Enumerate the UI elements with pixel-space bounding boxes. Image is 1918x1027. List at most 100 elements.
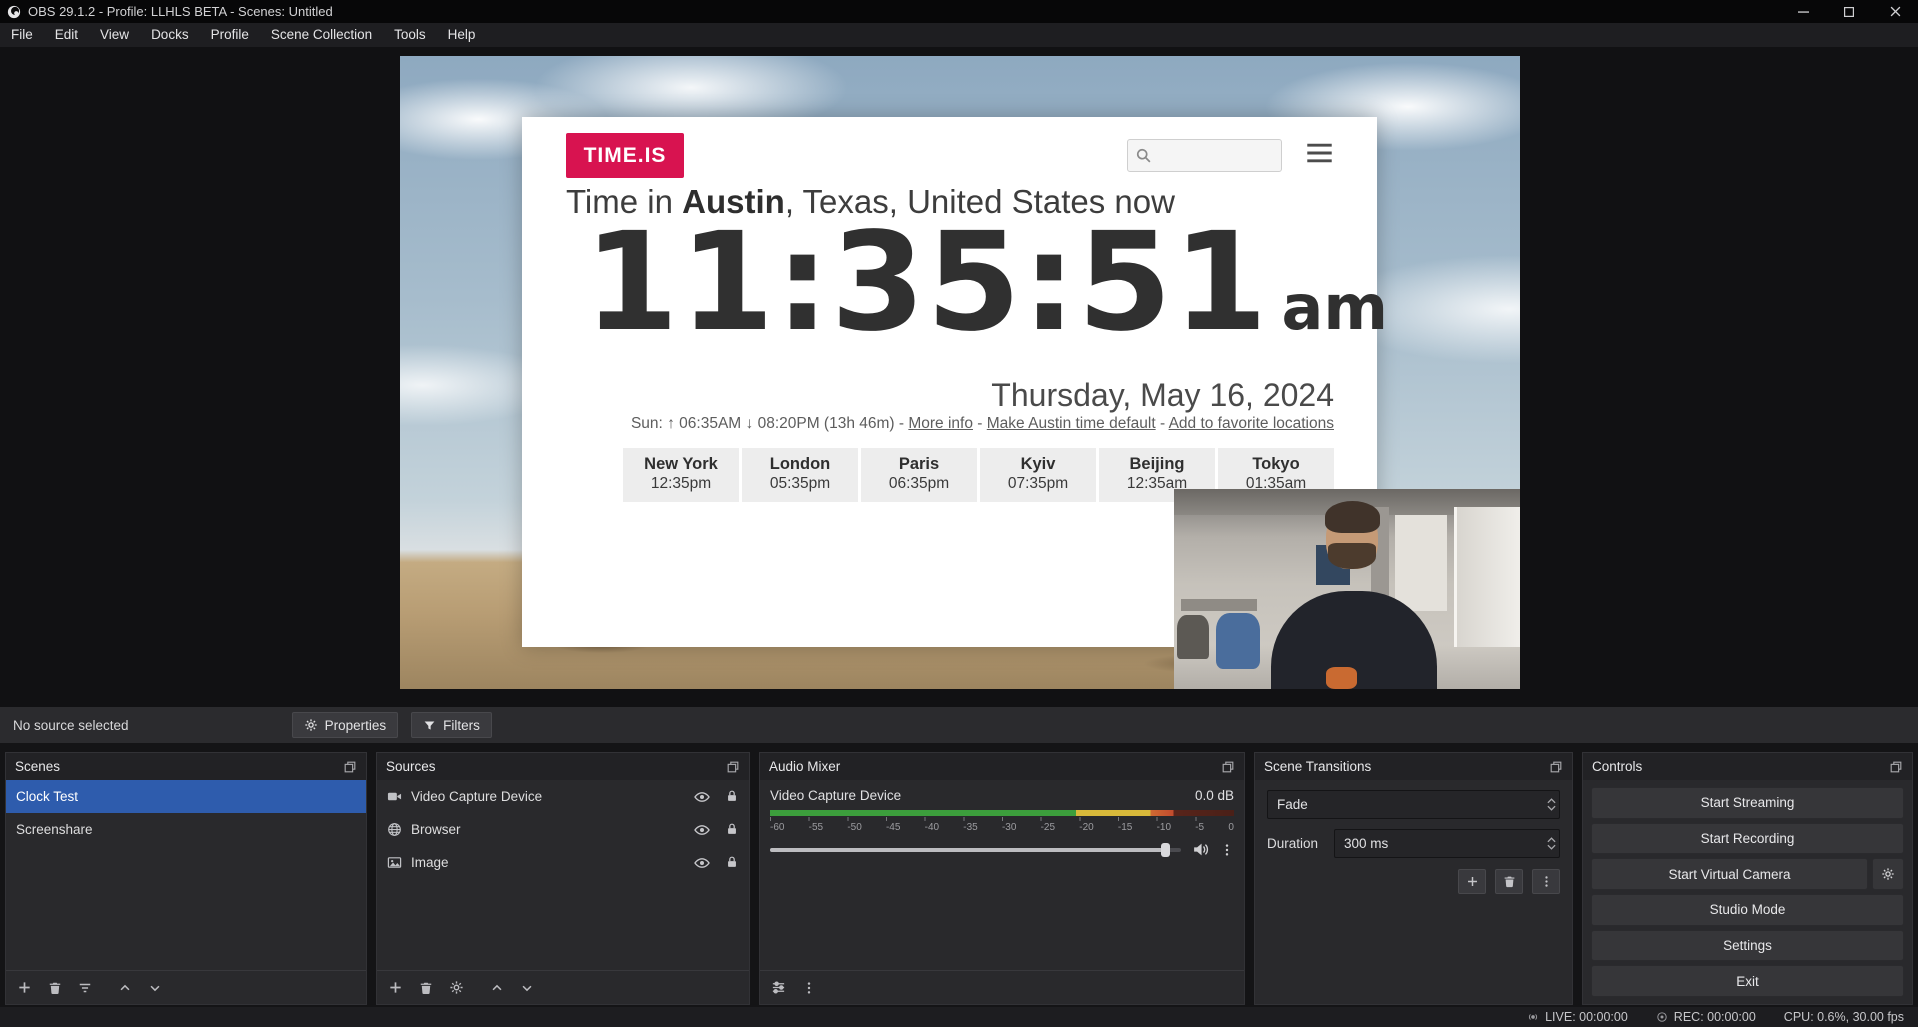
visibility-eye-icon[interactable] [694, 822, 710, 838]
clock-ampm: am [1282, 271, 1388, 344]
scenes-panel-header[interactable]: Scenes [6, 753, 366, 780]
source-status-text: No source selected [13, 718, 129, 733]
remove-source-button[interactable] [419, 981, 433, 995]
filters-button[interactable]: Filters [411, 712, 492, 738]
live-status: LIVE: 00:00:00 [1527, 1010, 1628, 1024]
camera-icon [387, 789, 402, 804]
world-clock-tile: London 05:35pm [742, 448, 858, 502]
status-bar: LIVE: 00:00:00 REC: 00:00:00 CPU: 0.6%, … [0, 1007, 1918, 1027]
search-input [1157, 148, 1267, 164]
webcam-chair [1216, 613, 1261, 669]
mixer-level-db: 0.0 dB [1195, 788, 1234, 803]
visibility-eye-icon[interactable] [694, 855, 710, 871]
move-scene-down-button[interactable] [148, 981, 162, 995]
mixer-options-dots-icon[interactable] [1220, 843, 1234, 857]
duration-label: Duration [1267, 836, 1318, 851]
source-item-browser[interactable]: Browser [377, 813, 749, 846]
scene-filters-button[interactable] [78, 981, 92, 995]
menu-item-scene-collection[interactable]: Scene Collection [260, 23, 383, 47]
start-streaming-button[interactable]: Start Streaming [1591, 787, 1904, 819]
menu-item-help[interactable]: Help [437, 23, 487, 47]
move-scene-up-button[interactable] [118, 981, 132, 995]
add-favorite-link: Add to favorite locations [1169, 415, 1334, 432]
advanced-audio-sliders-icon[interactable] [771, 980, 786, 995]
properties-button[interactable]: Properties [292, 712, 399, 738]
studio-mode-button[interactable]: Studio Mode [1591, 894, 1904, 926]
mixer-menu-dots-icon[interactable] [802, 981, 816, 995]
scenes-list: Clock Test Screenshare [6, 780, 366, 970]
volume-slider-handle[interactable] [1161, 843, 1170, 857]
audio-mixer-panel: Audio Mixer Video Capture Device 0.0 dB … [759, 752, 1245, 1005]
lock-icon[interactable] [725, 855, 739, 871]
menu-item-view[interactable]: View [89, 23, 140, 47]
scene-transitions-panel: Scene Transitions Fade Duration 300 ms [1254, 752, 1573, 1005]
lock-icon[interactable] [725, 822, 739, 838]
chevron-up-down-icon [1547, 798, 1556, 811]
move-source-up-button[interactable] [490, 981, 504, 995]
gear-icon [304, 718, 318, 732]
window-titlebar[interactable]: OBS 29.1.2 - Profile: LLHLS BETA - Scene… [0, 0, 1918, 23]
controls-panel-header[interactable]: Controls [1583, 753, 1912, 780]
menu-item-profile[interactable]: Profile [200, 23, 260, 47]
transitions-panel-header[interactable]: Scene Transitions [1255, 753, 1572, 780]
add-scene-button[interactable] [17, 980, 32, 995]
person-beard [1328, 543, 1376, 569]
source-item-image[interactable]: Image [377, 846, 749, 879]
remove-scene-button[interactable] [48, 981, 62, 995]
preview-canvas[interactable]: TIME.IS Time in Austin, Texas, United St… [400, 56, 1520, 689]
sources-toolbar [377, 970, 749, 1004]
timeis-logo: TIME.IS [566, 133, 684, 178]
window-title: OBS 29.1.2 - Profile: LLHLS BETA - Scene… [28, 4, 333, 19]
source-properties-gear-button[interactable] [449, 980, 464, 995]
meter-ticks [770, 817, 1234, 821]
transition-properties-dots-button[interactable] [1532, 869, 1560, 894]
webcam-window [1454, 507, 1520, 647]
preview-area: TIME.IS Time in Austin, Texas, United St… [0, 47, 1918, 707]
exit-button[interactable]: Exit [1591, 965, 1904, 997]
webcam-table [1181, 599, 1257, 611]
controls-body: Start Streaming Start Recording Start Vi… [1583, 780, 1912, 1004]
cpu-status: CPU: 0.6%, 30.00 fps [1784, 1010, 1904, 1024]
source-item-video-capture[interactable]: Video Capture Device [377, 780, 749, 813]
menu-bar: File Edit View Docks Profile Scene Colle… [0, 23, 1918, 47]
webcam-overlay [1174, 489, 1520, 689]
close-button[interactable] [1872, 0, 1918, 23]
record-icon [1656, 1011, 1668, 1023]
menu-item-docks[interactable]: Docks [140, 23, 200, 47]
source-toolbar: No source selected Properties Filters [0, 707, 1918, 743]
menu-item-edit[interactable]: Edit [44, 23, 89, 47]
transitions-body: Fade Duration 300 ms [1255, 780, 1572, 1004]
sources-panel: Sources Video Capture Device [376, 752, 750, 1005]
webcam-chair [1177, 615, 1208, 659]
webcam-window [1395, 515, 1447, 611]
image-icon [387, 855, 402, 870]
chevron-up-down-icon[interactable] [1547, 837, 1556, 850]
move-source-down-button[interactable] [520, 981, 534, 995]
speaker-icon[interactable] [1192, 841, 1209, 858]
transition-select[interactable]: Fade [1267, 790, 1560, 819]
controls-panel: Controls Start Streaming Start Recording… [1582, 752, 1913, 1005]
volume-slider[interactable] [770, 848, 1181, 852]
duration-spinbox[interactable]: 300 ms [1334, 829, 1560, 858]
scene-item-clock-test[interactable]: Clock Test [6, 780, 366, 813]
settings-button[interactable]: Settings [1591, 930, 1904, 962]
scene-item-screenshare[interactable]: Screenshare [6, 813, 366, 846]
menu-item-tools[interactable]: Tools [383, 23, 437, 47]
mixer-channel-name: Video Capture Device [770, 788, 901, 803]
minimize-button[interactable] [1780, 0, 1826, 23]
clock-time: 11:35:51 [584, 215, 1269, 351]
visibility-eye-icon[interactable] [694, 789, 710, 805]
start-virtual-camera-button[interactable]: Start Virtual Camera [1591, 858, 1868, 890]
add-source-button[interactable] [388, 980, 403, 995]
virtual-camera-settings-button[interactable] [1872, 858, 1904, 890]
add-transition-button[interactable] [1458, 869, 1486, 894]
scenes-toolbar [6, 970, 366, 1004]
sources-panel-header[interactable]: Sources [377, 753, 749, 780]
audio-mixer-header[interactable]: Audio Mixer [760, 753, 1244, 780]
world-clock-tile: Kyiv 07:35pm [980, 448, 1096, 502]
maximize-button[interactable] [1826, 0, 1872, 23]
menu-item-file[interactable]: File [0, 23, 44, 47]
start-recording-button[interactable]: Start Recording [1591, 823, 1904, 855]
remove-transition-button[interactable] [1495, 869, 1523, 894]
lock-icon[interactable] [725, 789, 739, 805]
